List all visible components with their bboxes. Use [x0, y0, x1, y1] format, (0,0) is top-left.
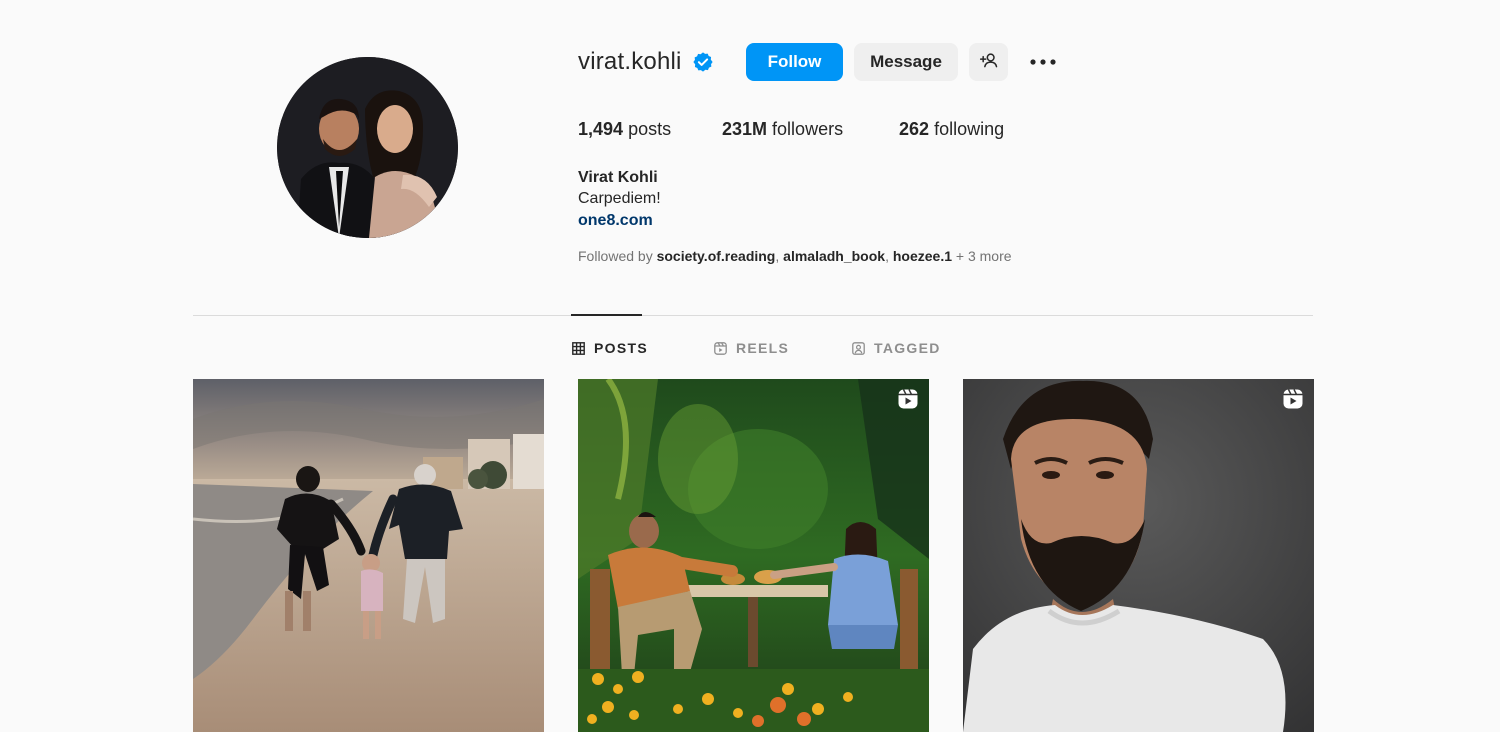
add-person-icon	[979, 50, 999, 75]
posts-count: 1,494	[578, 119, 624, 139]
reel-indicator-icon	[1282, 388, 1304, 410]
tab-posts-label: POSTS	[594, 340, 648, 356]
followed-by-more: + 3 more	[955, 248, 1012, 264]
portrait-reel-image	[963, 379, 1314, 732]
tab-reels-label: REELS	[736, 340, 790, 356]
following-stat[interactable]: 262 following	[899, 119, 1004, 140]
username-row: virat.kohli	[578, 42, 714, 82]
following-count: 262	[899, 119, 930, 139]
followed-by-account[interactable]: society.of.reading	[657, 248, 776, 264]
followed-by-account[interactable]: hoezee.1	[893, 248, 952, 264]
tabs-divider	[193, 315, 1313, 316]
followers-count: 231M	[722, 119, 768, 139]
more-options-button[interactable]	[1026, 48, 1060, 76]
followers-stat[interactable]: 231M followers	[722, 119, 843, 140]
active-tab-indicator	[571, 314, 642, 316]
followed-by-prefix: Followed by	[578, 248, 653, 264]
reels-icon	[714, 341, 727, 355]
followers-label: followers	[772, 119, 844, 139]
post-thumbnail[interactable]	[578, 379, 929, 732]
profile-page: virat.kohli Follow Message 1,494 posts 2…	[0, 0, 1500, 732]
following-label: following	[934, 119, 1005, 139]
verified-badge-icon	[692, 51, 714, 73]
message-button[interactable]: Message	[854, 43, 958, 81]
grid-icon	[572, 341, 585, 355]
post-thumbnail[interactable]	[193, 379, 544, 732]
suggested-accounts-button[interactable]	[969, 43, 1008, 81]
followed-by-line[interactable]: Followed by society.of.reading, almaladh…	[578, 248, 1012, 264]
bio-full-name: Virat Kohli	[578, 169, 658, 186]
followed-by-account[interactable]: almaladh_book	[783, 248, 885, 264]
tagged-icon	[852, 341, 865, 355]
profile-avatar[interactable]	[277, 57, 458, 238]
posts-count-stat: 1,494 posts	[578, 119, 671, 140]
tab-tagged[interactable]: TAGGED	[852, 339, 941, 357]
tab-posts[interactable]: POSTS	[572, 339, 648, 357]
username: virat.kohli	[578, 48, 682, 75]
tab-tagged-label: TAGGED	[874, 340, 941, 356]
more-options-icon	[1029, 53, 1057, 71]
posts-label: posts	[628, 119, 672, 139]
bio-text: Carpediem!	[578, 190, 661, 207]
post-thumbnail[interactable]	[963, 379, 1314, 732]
tab-reels[interactable]: REELS	[714, 339, 789, 357]
garden-dinner-reel-image	[578, 379, 929, 732]
follow-button[interactable]: Follow	[746, 43, 843, 81]
bio-website-link[interactable]: one8.com	[578, 212, 653, 230]
reel-indicator-icon	[897, 388, 919, 410]
beach-family-photo	[193, 379, 544, 732]
avatar-image	[277, 57, 458, 238]
